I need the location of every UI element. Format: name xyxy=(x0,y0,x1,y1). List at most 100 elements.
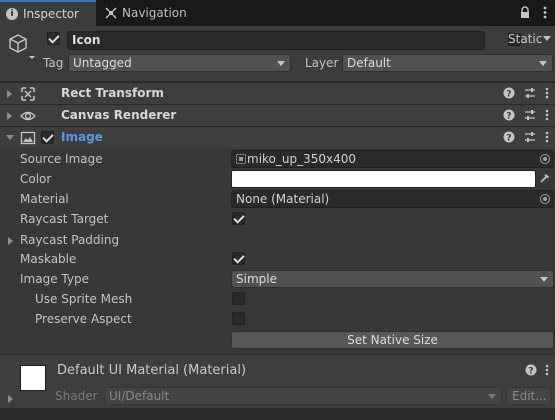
tab-bar: i Inspector Navigation xyxy=(0,0,555,26)
context-menu-icon[interactable] xyxy=(545,109,549,121)
property-label: Preserve Aspect xyxy=(35,312,132,326)
foldout-arrow-icon[interactable] xyxy=(7,90,12,98)
tag-label: Tag xyxy=(43,56,64,70)
image-icon xyxy=(20,131,36,145)
gameobject-header: Icon Static Tag Untagged Layer Default xyxy=(0,26,555,82)
foldout-arrow-icon[interactable] xyxy=(6,135,14,140)
navigation-icon xyxy=(105,7,117,19)
preserve-aspect-checkbox[interactable] xyxy=(232,312,245,325)
image-type-value: Simple xyxy=(236,272,277,286)
presets-icon[interactable] xyxy=(524,109,536,121)
property-label: Use Sprite Mesh xyxy=(35,292,133,306)
svg-text:?: ? xyxy=(506,134,511,144)
property-label: Source Image xyxy=(20,152,103,166)
image-enabled-checkbox[interactable] xyxy=(41,131,54,144)
info-icon: i xyxy=(6,8,18,20)
property-label: Material xyxy=(20,192,69,206)
object-picker-icon[interactable] xyxy=(540,154,550,164)
shader-label: Shader xyxy=(55,389,98,403)
property-label: Color xyxy=(20,172,52,186)
component-canvas-renderer[interactable]: Canvas Renderer ? xyxy=(0,104,555,126)
property-color: Color xyxy=(0,169,555,189)
gameobject-cube-icon[interactable] xyxy=(6,31,36,61)
chevron-down-icon xyxy=(277,61,285,66)
static-dropdown-arrow-icon[interactable] xyxy=(543,36,551,41)
foldout-arrow-icon[interactable] xyxy=(7,112,12,120)
bottom-strip xyxy=(0,408,555,420)
material-field[interactable]: None (Material) xyxy=(231,190,554,208)
raycast-target-checkbox[interactable] xyxy=(232,212,245,225)
property-material: Material None (Material) xyxy=(0,189,555,209)
material-title: Default UI Material (Material) xyxy=(57,363,247,378)
name-field[interactable]: Icon xyxy=(67,31,485,50)
chevron-down-icon xyxy=(539,61,547,66)
foldout-arrow-icon[interactable] xyxy=(8,237,13,245)
active-checkbox[interactable] xyxy=(47,32,60,45)
eye-icon xyxy=(20,111,36,121)
svg-text:?: ? xyxy=(528,367,533,377)
component-title: Canvas Renderer xyxy=(61,108,177,122)
edit-shader-button[interactable]: Edit... xyxy=(506,387,552,405)
material-swatch[interactable] xyxy=(20,365,46,391)
property-image-type: Image Type Simple xyxy=(0,269,555,289)
layer-value: Default xyxy=(347,56,391,70)
kebab-menu-icon[interactable] xyxy=(543,6,547,19)
chevron-down-icon xyxy=(488,394,496,399)
help-icon[interactable]: ? xyxy=(503,87,515,99)
eyedropper-icon[interactable] xyxy=(539,172,551,184)
property-use-sprite-mesh: Use Sprite Mesh xyxy=(0,289,555,309)
tab-inspector[interactable]: i Inspector xyxy=(0,0,96,26)
context-menu-icon[interactable] xyxy=(545,87,549,99)
svg-text:?: ? xyxy=(506,90,511,100)
component-header-icons: ? xyxy=(503,131,549,143)
use-sprite-mesh-checkbox[interactable] xyxy=(232,292,245,305)
property-label: Raycast Target xyxy=(20,212,109,226)
object-picker-icon[interactable] xyxy=(540,194,550,204)
property-maskable: Maskable xyxy=(0,249,555,269)
layer-dropdown[interactable]: Default xyxy=(342,54,553,72)
component-rect-transform[interactable]: Rect Transform ? xyxy=(0,82,555,104)
component-image[interactable]: Image ? xyxy=(0,126,555,148)
help-icon[interactable]: ? xyxy=(525,364,537,376)
help-icon[interactable]: ? xyxy=(503,131,515,143)
chevron-down-icon xyxy=(540,277,548,282)
lock-icon[interactable] xyxy=(519,6,531,19)
property-label: Image Type xyxy=(20,272,89,286)
shader-dropdown[interactable]: UI/Default xyxy=(104,387,502,405)
component-header-icons: ? xyxy=(503,109,549,121)
foldout-arrow-icon[interactable] xyxy=(8,395,13,403)
context-menu-icon[interactable] xyxy=(545,131,549,143)
material-header-icons: ? xyxy=(525,364,549,376)
component-title: Image xyxy=(61,130,103,144)
material-value: None (Material) xyxy=(236,192,330,206)
layer-label: Layer xyxy=(305,56,339,70)
tab-inspector-label: Inspector xyxy=(23,7,79,21)
rect-transform-icon xyxy=(21,87,35,101)
svg-text:?: ? xyxy=(506,112,511,122)
static-label[interactable]: Static xyxy=(508,32,542,46)
maskable-checkbox[interactable] xyxy=(232,252,245,265)
tab-navigation[interactable]: Navigation xyxy=(96,0,196,26)
context-menu-icon[interactable] xyxy=(545,364,549,376)
property-label: Raycast Padding xyxy=(20,233,120,247)
sprite-icon xyxy=(236,154,246,164)
image-type-dropdown[interactable]: Simple xyxy=(231,270,554,288)
source-image-field[interactable]: miko_up_350x400 xyxy=(231,150,554,168)
component-title: Rect Transform xyxy=(61,86,164,100)
presets-icon[interactable] xyxy=(524,131,536,143)
color-field[interactable] xyxy=(231,170,536,188)
tag-value: Untagged xyxy=(73,56,132,70)
property-raycast-padding[interactable]: Raycast Padding xyxy=(0,230,555,250)
property-preserve-aspect: Preserve Aspect xyxy=(0,309,555,329)
property-raycast-target: Raycast Target xyxy=(0,209,555,229)
property-label: Maskable xyxy=(20,252,77,266)
source-image-value: miko_up_350x400 xyxy=(247,152,357,166)
presets-icon[interactable] xyxy=(524,87,536,99)
tab-navigation-label: Navigation xyxy=(122,6,187,20)
help-icon[interactable]: ? xyxy=(503,109,515,121)
component-header-icons: ? xyxy=(503,87,549,99)
set-native-size-button[interactable]: Set Native Size xyxy=(231,331,554,349)
shader-value: UI/Default xyxy=(109,389,170,403)
tag-dropdown[interactable]: Untagged xyxy=(68,54,291,72)
property-source-image: Source Image miko_up_350x400 xyxy=(0,149,555,169)
